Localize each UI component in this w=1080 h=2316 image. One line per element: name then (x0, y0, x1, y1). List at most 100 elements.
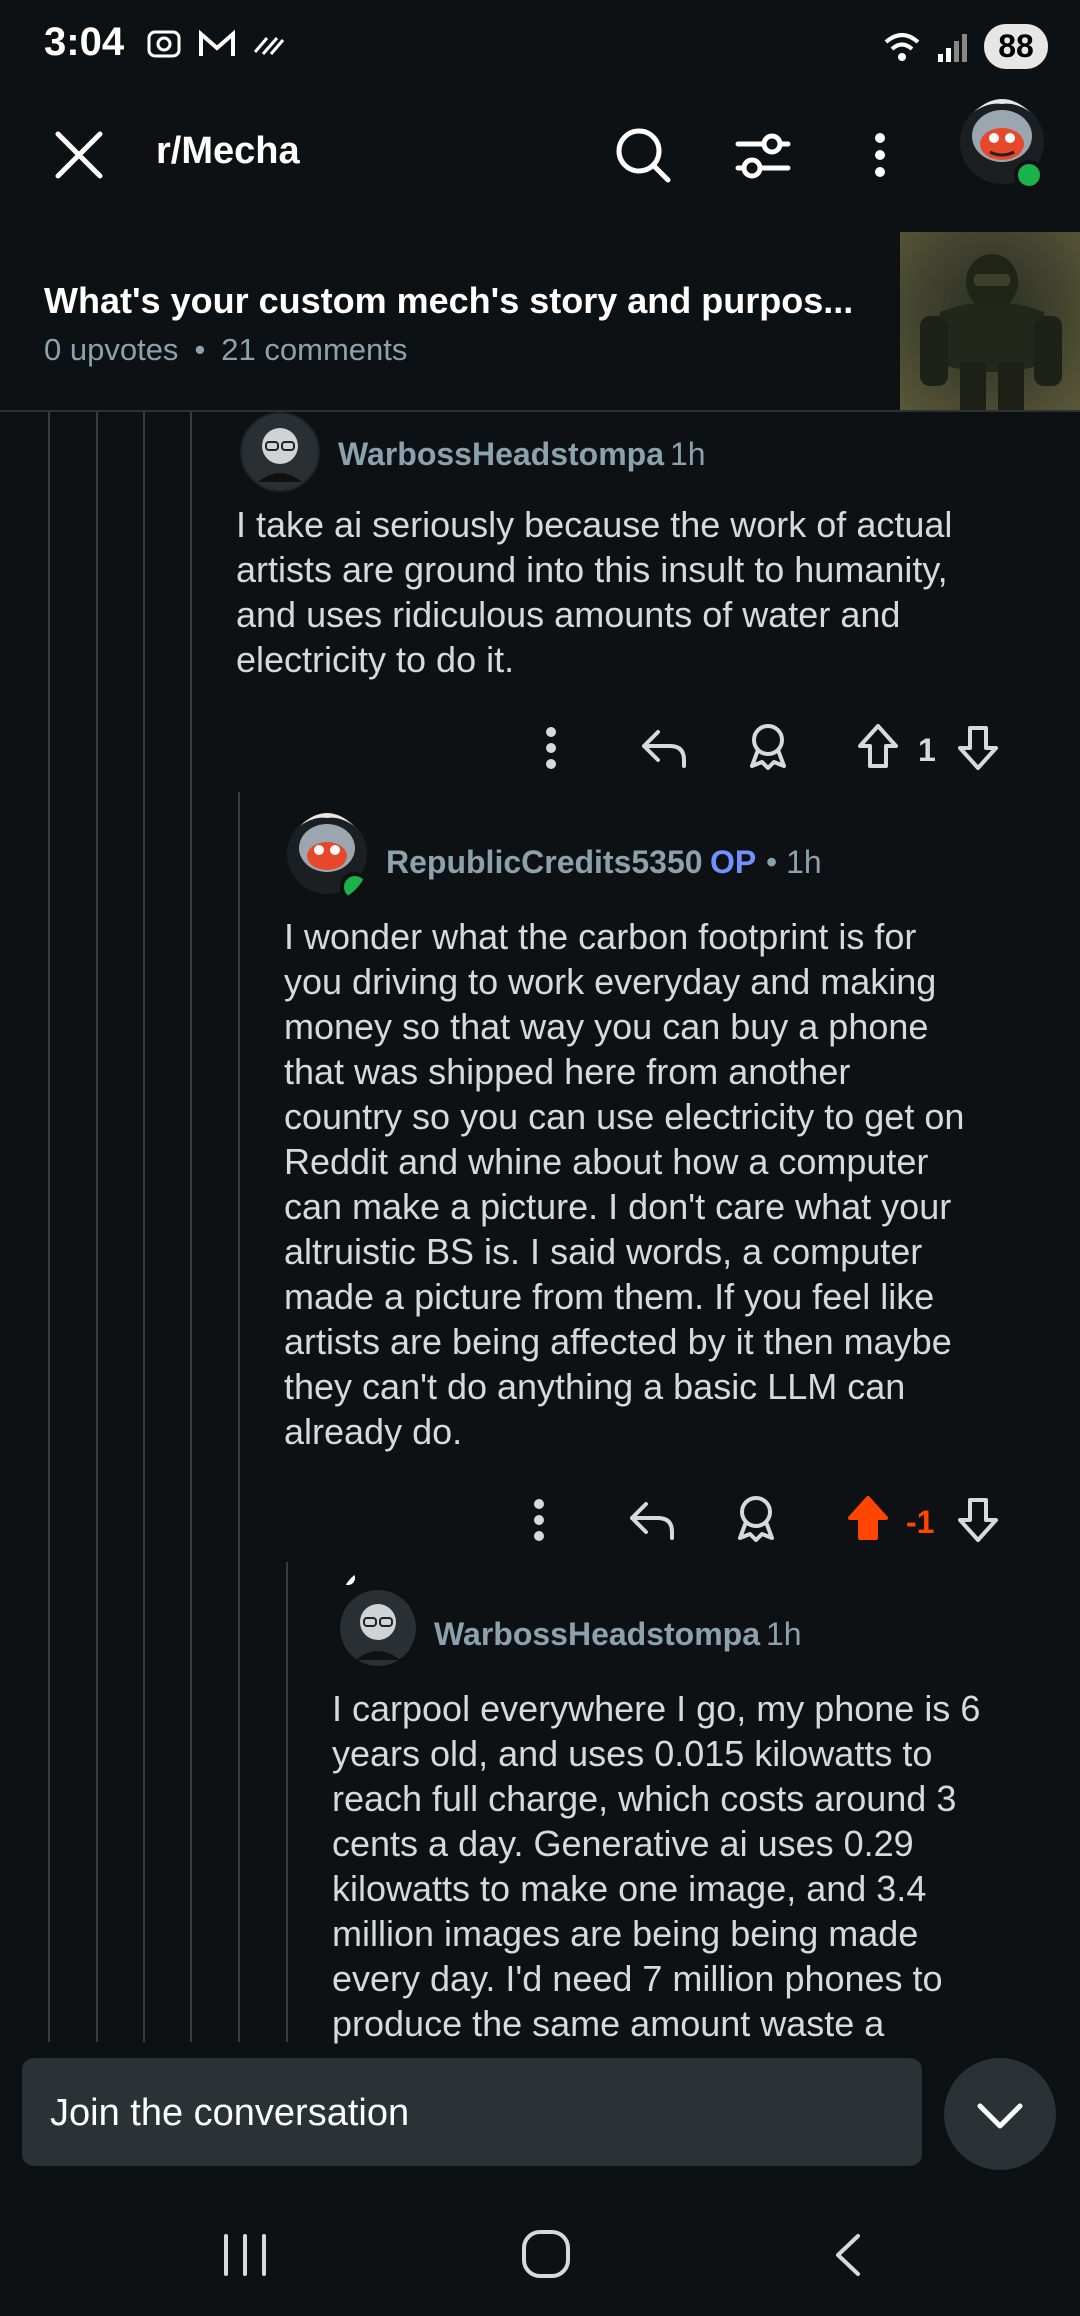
recent-apps-button[interactable] (218, 2230, 272, 2285)
comment-line: money so that way you can buy a phone (284, 1006, 929, 1047)
status-notification-icons (145, 26, 285, 62)
comment-more-button[interactable] (522, 1496, 556, 1544)
comment-line: artists are ground into this insult to h… (236, 549, 948, 590)
comment-line: already do. (284, 1411, 463, 1452)
search-button[interactable] (612, 124, 674, 186)
data-saver-icon (253, 37, 285, 55)
comment-avatar[interactable] (282, 792, 372, 902)
post-title[interactable]: What's your custom mech's story and purp… (44, 280, 864, 322)
post-meta: 0 upvotes • 21 comments (44, 332, 407, 368)
comment-line: million images are being being made (332, 1913, 919, 1954)
comment-line: Reddit and whine about how a computer (284, 1141, 929, 1182)
comment-author[interactable]: WarbossHeadstompa (434, 1616, 760, 1653)
award-button[interactable] (734, 1494, 778, 1542)
comment-count: 21 comments (221, 332, 408, 367)
downvote-icon (958, 1498, 998, 1542)
downvote-icon (958, 726, 998, 770)
filter-icon (735, 133, 791, 179)
upvote-icon (858, 724, 898, 768)
status-right-icons: 88 (882, 24, 1048, 69)
comment-line: years old, and uses 0.015 kilowatts to (332, 1733, 933, 1774)
vote-score: 1 (918, 732, 936, 768)
thread-line-5[interactable] (238, 792, 240, 2042)
upvote-filled-icon (848, 1496, 888, 1540)
more-vertical-icon (546, 727, 556, 769)
comment-line: reach full charge, which costs around 3 (332, 1778, 957, 1819)
downvote-button[interactable] (956, 722, 1000, 772)
comment-line: that was shipped here from another (284, 1051, 851, 1092)
header-divider (0, 410, 1080, 412)
next-comment-button[interactable] (944, 2058, 1056, 2170)
signal-icon (938, 33, 967, 62)
online-status-dot (1014, 160, 1044, 190)
award-icon (738, 1496, 774, 1542)
comment-avatar[interactable] (240, 412, 320, 492)
comment-author[interactable]: WarbossHeadstompa (338, 436, 664, 473)
op-badge: OP (710, 844, 757, 880)
comment-line: can make a picture. I don't care what yo… (284, 1186, 952, 1227)
comment-time: • 1h (766, 844, 822, 880)
upvote-button[interactable] (856, 722, 900, 772)
reply-icon (630, 1502, 674, 1540)
upvote-count: 0 upvotes (44, 332, 179, 367)
back-icon (836, 2234, 860, 2276)
comment-line: I take ai seriously because the work of … (236, 504, 953, 545)
comment-line: every day. I'd need 7 million phones to (332, 1958, 943, 1999)
more-options-button[interactable] (860, 124, 900, 186)
home-button[interactable] (518, 2226, 574, 2287)
comment-line: altruistic BS is. I said words, a comput… (284, 1231, 923, 1272)
comment-line: I carpool everywhere I go, my phone is 6 (332, 1688, 981, 1729)
screenshot-icon (147, 30, 181, 58)
close-button[interactable] (48, 124, 110, 186)
reply-button[interactable] (628, 1498, 676, 1542)
comment-line: you driving to work everyday and making (284, 961, 937, 1002)
thread-line-1[interactable] (48, 412, 50, 2042)
comment-author[interactable]: RepublicCredits5350 (386, 844, 703, 881)
mech-image (920, 254, 1062, 410)
back-button[interactable] (828, 2230, 868, 2285)
home-icon (522, 2230, 570, 2278)
award-icon (750, 724, 786, 770)
close-icon (55, 131, 103, 179)
comment-line: produce the same amount waste a (332, 2003, 885, 2044)
comment-time: 1h (670, 436, 706, 472)
comment-more-button[interactable] (534, 724, 568, 772)
comment-body: I take ai seriously because the work of … (236, 502, 1036, 682)
reply-icon (642, 730, 686, 768)
comment-line: cents a day. Generative ai uses 0.29 (332, 1823, 914, 1864)
comment-line: kilowatts to make one image, and 3.4 (332, 1868, 927, 1909)
comment-avatar[interactable] (336, 1566, 420, 1670)
search-icon (616, 128, 671, 183)
thread-line-2[interactable] (96, 412, 98, 2042)
more-vertical-icon (875, 133, 885, 177)
user-avatar[interactable] (956, 82, 1048, 190)
comment-line: I wonder what the carbon footprint is fo… (284, 916, 917, 957)
recents-icon (224, 2234, 266, 2276)
comment-time: 1h (766, 1616, 802, 1652)
wifi-icon (884, 32, 920, 61)
post-thumbnail[interactable] (900, 232, 1080, 410)
online-status-dot (340, 872, 370, 902)
thread-line-4[interactable] (190, 412, 192, 2042)
avatar-icon (340, 1571, 416, 1666)
vote-score: -1 (906, 1504, 935, 1540)
thread-line-3[interactable] (143, 412, 145, 2042)
upvote-button-active[interactable] (846, 1494, 890, 1544)
award-button[interactable] (746, 722, 790, 770)
comment-line: country so you can use electricity to ge… (284, 1096, 965, 1137)
subreddit-title[interactable]: r/Mecha (156, 130, 300, 173)
gmail-icon (199, 29, 235, 56)
chevron-down-icon (977, 2103, 1023, 2129)
composer-placeholder[interactable]: Join the conversation (50, 2092, 409, 2135)
reply-button[interactable] (640, 726, 688, 770)
sort-filter-button[interactable] (732, 124, 794, 186)
comment-line: electricity to do it. (236, 639, 515, 680)
thread-line-6[interactable] (286, 1562, 288, 2042)
comment-body: I wonder what the carbon footprint is fo… (284, 914, 1054, 1454)
battery-indicator: 88 (984, 24, 1048, 69)
comment-body: I carpool everywhere I go, my phone is 6… (332, 1686, 1072, 2046)
downvote-button[interactable] (956, 1494, 1000, 1544)
comment-line: made a picture from them. If you feel li… (284, 1276, 935, 1317)
comment-line: they can't do anything a basic LLM can (284, 1366, 906, 1407)
avatar-icon (242, 414, 318, 490)
